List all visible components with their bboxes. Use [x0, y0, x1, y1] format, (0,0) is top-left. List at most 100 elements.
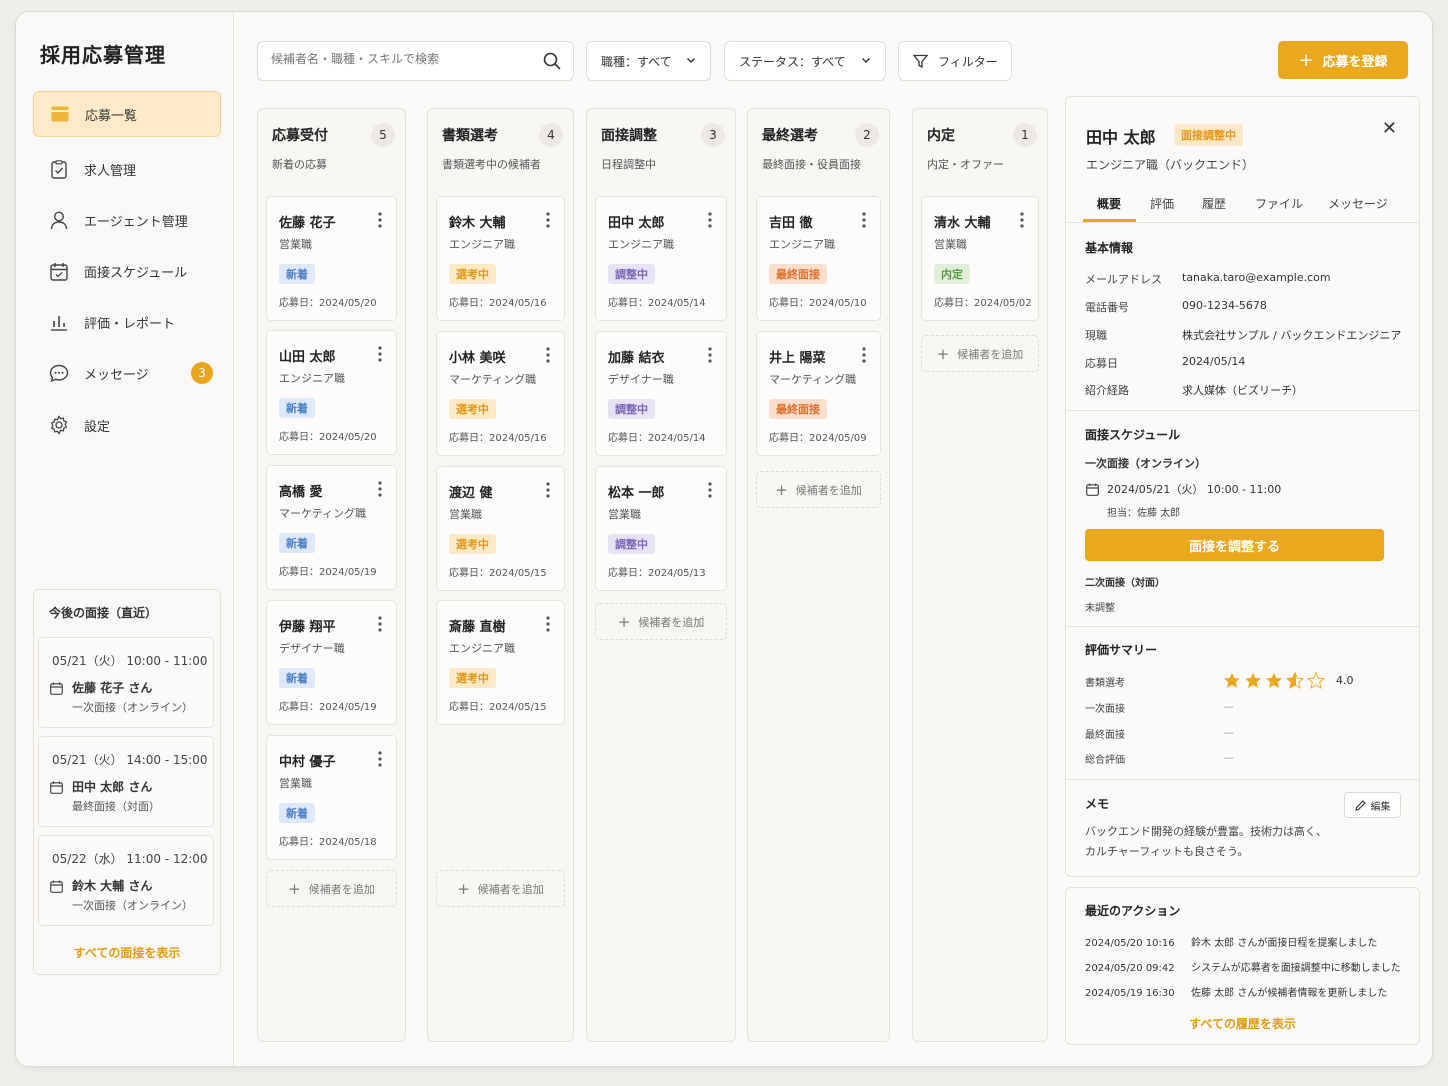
action-time: 2024/05/20 09:42 — [1085, 963, 1175, 974]
candidate-card[interactable]: 松本 一郎 営業職 調整中 応募日：2024/05/13 — [595, 466, 727, 591]
candidate-card[interactable]: 田中 太郎 エンジニア職 調整中 応募日：2024/05/14 — [595, 196, 727, 321]
recent-actions-title: 最近のアクション — [1085, 904, 1181, 918]
memo-line: バックエンド開発の経験が豊富。技術力は高く、 — [1085, 825, 1327, 838]
apply-date-label: 応募日 — [1085, 357, 1118, 370]
tab-evaluation[interactable]: 評価 — [1150, 195, 1174, 212]
candidate-card[interactable]: 清水 大輔 営業職 内定 応募日：2024/05/02 — [921, 196, 1039, 321]
close-icon[interactable]: ✕ — [1382, 118, 1397, 139]
sidebar-item-label: メッセージ — [84, 367, 149, 383]
add-candidate-button[interactable]: + 候補者を追加 — [921, 335, 1039, 372]
add-candidate-button[interactable]: + 候補者を追加 — [595, 603, 727, 640]
more-options-icon[interactable] — [372, 481, 388, 497]
sidebar-item-jobs[interactable]: 求人管理 — [33, 146, 221, 192]
sidebar-item-applications[interactable]: 応募一覧 — [33, 91, 221, 137]
adjust-interview-button[interactable]: 面接を調整する — [1085, 529, 1384, 561]
more-options-icon[interactable] — [702, 347, 718, 363]
more-options-icon[interactable] — [540, 212, 556, 228]
candidate-role: 営業職 — [449, 508, 482, 521]
edit-label: 編集 — [1370, 801, 1391, 813]
candidate-card[interactable]: 斎藤 直樹 エンジニア職 選考中 応募日：2024/05/15 — [436, 600, 565, 725]
candidate-card[interactable]: 渡辺 健 営業職 選考中 応募日：2024/05/15 — [436, 466, 565, 591]
candidate-card[interactable]: 小林 美咲 マーケティング職 選考中 応募日：2024/05/16 — [436, 331, 565, 456]
column-title: 面接調整 — [601, 128, 657, 144]
upcoming-interview-item[interactable]: 05/21（火） 10:00 - 11:00 佐藤 花子 さん 一次面接（オンラ… — [38, 637, 214, 728]
interview-time: 05/22（水） 11:00 - 12:00 — [52, 852, 208, 866]
apply-date-value: 2024/05/14 — [1182, 355, 1246, 368]
more-options-icon[interactable] — [702, 212, 718, 228]
register-application-button[interactable]: + 応募を登録 — [1278, 41, 1408, 79]
more-options-icon[interactable] — [540, 347, 556, 363]
sidebar-item-settings[interactable]: 設定 — [33, 402, 221, 448]
more-options-icon[interactable] — [372, 616, 388, 632]
candidate-card[interactable]: 高橋 愛 マーケティング職 新着 応募日：2024/05/19 — [266, 465, 397, 590]
inbox-icon — [50, 104, 70, 124]
upcoming-interview-item[interactable]: 05/22（水） 11:00 - 12:00 鈴木 大輔 さん 一次面接（オンラ… — [38, 835, 214, 926]
kanban-column: 最終選考 2 最終面接・役員面接 吉田 徹 エンジニア職 最終面接 応募日：2024… — [747, 108, 890, 1042]
view-all-history-link[interactable]: すべての履歴を表示 — [1066, 1015, 1419, 1032]
more-options-icon[interactable] — [540, 616, 556, 632]
interview-type: 一次面接（オンライン） — [72, 701, 193, 714]
add-candidate-label: 候補者を追加 — [795, 483, 862, 497]
edit-memo-button[interactable]: 編集 — [1344, 792, 1401, 818]
first-interview-label: 一次面接（オンライン） — [1085, 457, 1206, 470]
kanban-column: 内定 1 内定・オファー 清水 大輔 営業職 内定 応募日：2024/05/02 +… — [912, 108, 1048, 1042]
candidate-role: マーケティング職 — [449, 373, 537, 386]
plus-icon: + — [936, 344, 950, 363]
filter-button[interactable]: フィルター — [898, 41, 1012, 81]
more-options-icon[interactable] — [702, 482, 718, 498]
sidebar-item-messages[interactable]: メッセージ 3 — [33, 350, 221, 396]
sidebar: 採用応募管理 応募一覧 求人管理 エージェント管理 面接スケジュール 評価・レポ… — [16, 12, 234, 1066]
job-filter-dropdown[interactable]: 職種：すべて — [586, 41, 711, 81]
status-tag: 新着 — [279, 803, 315, 823]
candidate-card[interactable]: 山田 太郎 エンジニア職 新着 応募日：2024/05/20 — [266, 330, 397, 455]
candidate-card[interactable]: 吉田 徹 エンジニア職 最終面接 応募日：2024/05/10 — [756, 196, 881, 321]
column-count-badge: 5 — [371, 123, 395, 147]
add-candidate-button[interactable]: + 候補者を追加 — [266, 870, 397, 907]
more-options-icon[interactable] — [856, 347, 872, 363]
tab-overview[interactable]: 概要 — [1097, 195, 1121, 212]
tab-messages[interactable]: メッセージ — [1328, 195, 1388, 212]
divider — [1066, 779, 1419, 780]
candidate-role: エンジニア職 — [608, 238, 674, 251]
interview-schedule-title: 面接スケジュール — [1085, 428, 1181, 442]
status-filter-dropdown[interactable]: ステータス：すべて — [724, 41, 886, 81]
more-options-icon[interactable] — [856, 212, 872, 228]
search-input[interactable] — [271, 52, 531, 66]
more-options-icon[interactable] — [540, 482, 556, 498]
kanban-column: 面接調整 3 日程調整中 田中 太郎 エンジニア職 調整中 応募日：2024/05/… — [586, 108, 736, 1042]
more-options-icon[interactable] — [1014, 212, 1030, 228]
candidate-card[interactable]: 鈴木 大輔 エンジニア職 選考中 応募日：2024/05/16 — [436, 196, 565, 321]
apply-date: 応募日：2024/05/15 — [449, 568, 547, 579]
app-window: 採用応募管理 応募一覧 求人管理 エージェント管理 面接スケジュール 評価・レポ… — [15, 11, 1433, 1067]
upcoming-interview-item[interactable]: 05/21（火） 14:00 - 15:00 田中 太郎 さん 最終面接（対面） — [38, 736, 214, 827]
clipboard-check-icon — [49, 159, 69, 179]
candidate-card[interactable]: 中村 優子 営業職 新着 応募日：2024/05/18 — [266, 735, 397, 860]
recent-actions-panel: 最近のアクション 2024/05/20 10:16 鈴木 太郎 さんが面接日程を提… — [1065, 887, 1420, 1045]
tab-history[interactable]: 履歴 — [1202, 195, 1226, 212]
job-filter-label: 職種：すべて — [601, 54, 672, 69]
sidebar-item-reports[interactable]: 評価・レポート — [33, 299, 221, 345]
more-options-icon[interactable] — [372, 751, 388, 767]
apply-date: 応募日：2024/05/20 — [279, 432, 377, 443]
candidate-card[interactable]: 井上 陽菜 マーケティング職 最終面接 応募日：2024/05/09 — [756, 331, 881, 456]
email-value[interactable]: tanaka.taro@example.com — [1182, 271, 1331, 284]
view-all-interviews-link[interactable]: すべての面接を表示 — [34, 944, 220, 961]
chevron-down-icon — [861, 54, 871, 68]
plus-icon: + — [288, 879, 301, 898]
candidate-card[interactable]: 加藤 結衣 デザイナー職 調整中 応募日：2024/05/14 — [595, 331, 727, 456]
search-box — [257, 41, 574, 81]
tab-files[interactable]: ファイル — [1255, 195, 1303, 212]
add-candidate-button[interactable]: + 候補者を追加 — [756, 471, 881, 508]
search-icon[interactable] — [543, 52, 561, 74]
sidebar-item-schedule[interactable]: 面接スケジュール — [33, 248, 221, 294]
candidate-card[interactable]: 伊藤 翔平 デザイナー職 新着 応募日：2024/05/19 — [266, 600, 397, 725]
candidate-card[interactable]: 佐藤 花子 営業職 新着 応募日：2024/05/20 — [266, 196, 397, 321]
star-icon — [1266, 672, 1282, 688]
column-title: 応募受付 — [272, 128, 328, 144]
sidebar-item-agents[interactable]: エージェント管理 — [33, 197, 221, 243]
candidate-name: 田中 太郎 — [1086, 128, 1156, 147]
calendar-icon — [1086, 481, 1099, 500]
more-options-icon[interactable] — [372, 346, 388, 362]
more-options-icon[interactable] — [372, 212, 388, 228]
add-candidate-button[interactable]: + 候補者を追加 — [436, 870, 565, 907]
